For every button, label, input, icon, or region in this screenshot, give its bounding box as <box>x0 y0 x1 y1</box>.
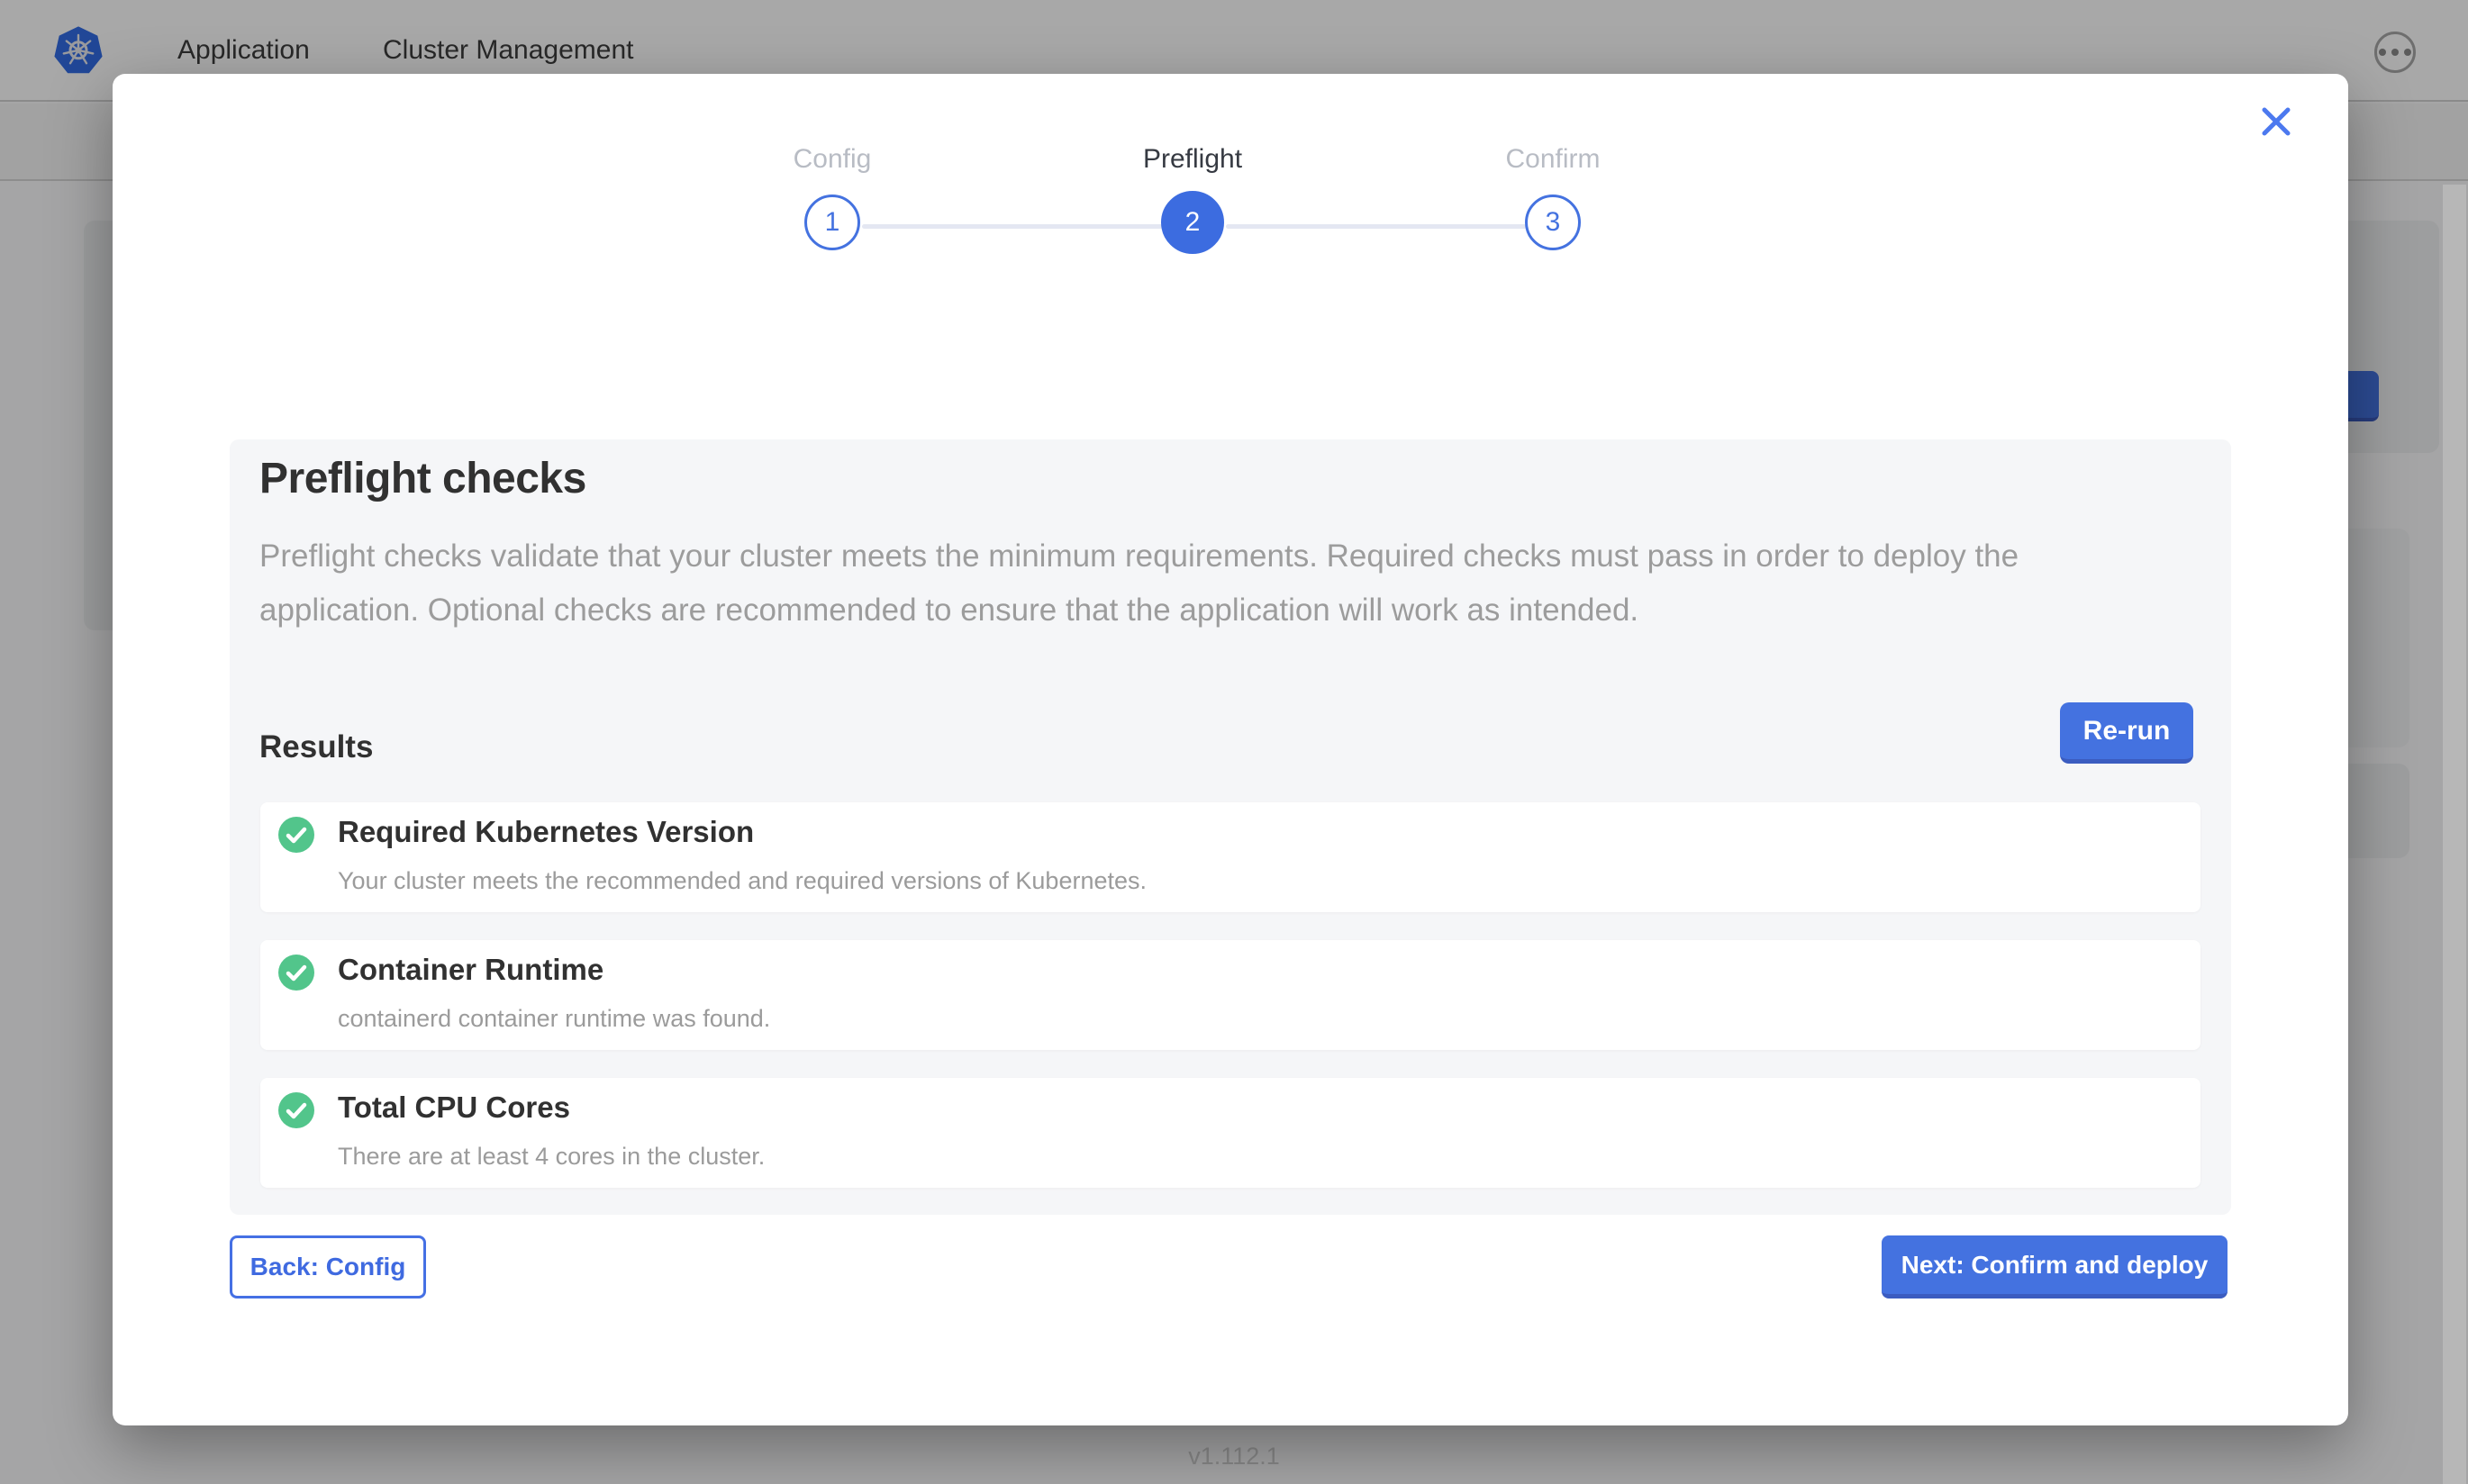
step-label: Config <box>697 144 967 175</box>
check-message: Your cluster meets the recommended and r… <box>338 867 1147 895</box>
step-indicator: 3 <box>1525 195 1581 250</box>
step-label: Preflight <box>1057 144 1328 175</box>
stepper-step-confirm: Confirm 3 <box>1418 144 1688 250</box>
check-result-row: Total CPU Cores There are at least 4 cor… <box>260 1078 2200 1188</box>
stepper-step-config: Config 1 <box>697 144 967 250</box>
preflight-modal: Config 1 Preflight 2 Confirm 3 Preflight… <box>113 74 2348 1425</box>
check-message: There are at least 4 cores in the cluste… <box>338 1143 765 1171</box>
step-indicator: 1 <box>804 195 860 250</box>
check-circle-icon <box>278 955 314 991</box>
close-button[interactable] <box>2256 103 2296 142</box>
preflight-panel: Preflight checks Preflight checks valida… <box>230 439 2231 1215</box>
check-circle-icon <box>278 1092 314 1128</box>
check-title: Total CPU Cores <box>338 1090 570 1125</box>
check-title: Container Runtime <box>338 953 603 987</box>
check-title: Required Kubernetes Version <box>338 815 754 849</box>
step-indicator-active: 2 <box>1161 191 1224 254</box>
results-heading: Results <box>259 729 373 765</box>
stepper-step-preflight: Preflight 2 <box>1057 144 1328 254</box>
page-title: Preflight checks <box>259 454 586 503</box>
scrollbar-track[interactable] <box>2443 185 2466 1484</box>
step-label: Confirm <box>1418 144 1688 175</box>
close-icon <box>2259 104 2293 139</box>
back-config-button[interactable]: Back: Config <box>230 1235 426 1298</box>
check-result-row: Container Runtime containerd container r… <box>260 940 2200 1050</box>
check-result-row: Required Kubernetes Version Your cluster… <box>260 802 2200 912</box>
check-circle-icon <box>278 817 314 853</box>
next-confirm-deploy-button[interactable]: Next: Confirm and deploy <box>1882 1235 2228 1298</box>
rerun-button[interactable]: Re-run <box>2060 702 2193 764</box>
preflight-description: Preflight checks validate that your clus… <box>259 529 2169 638</box>
check-message: containerd container runtime was found. <box>338 1005 770 1033</box>
